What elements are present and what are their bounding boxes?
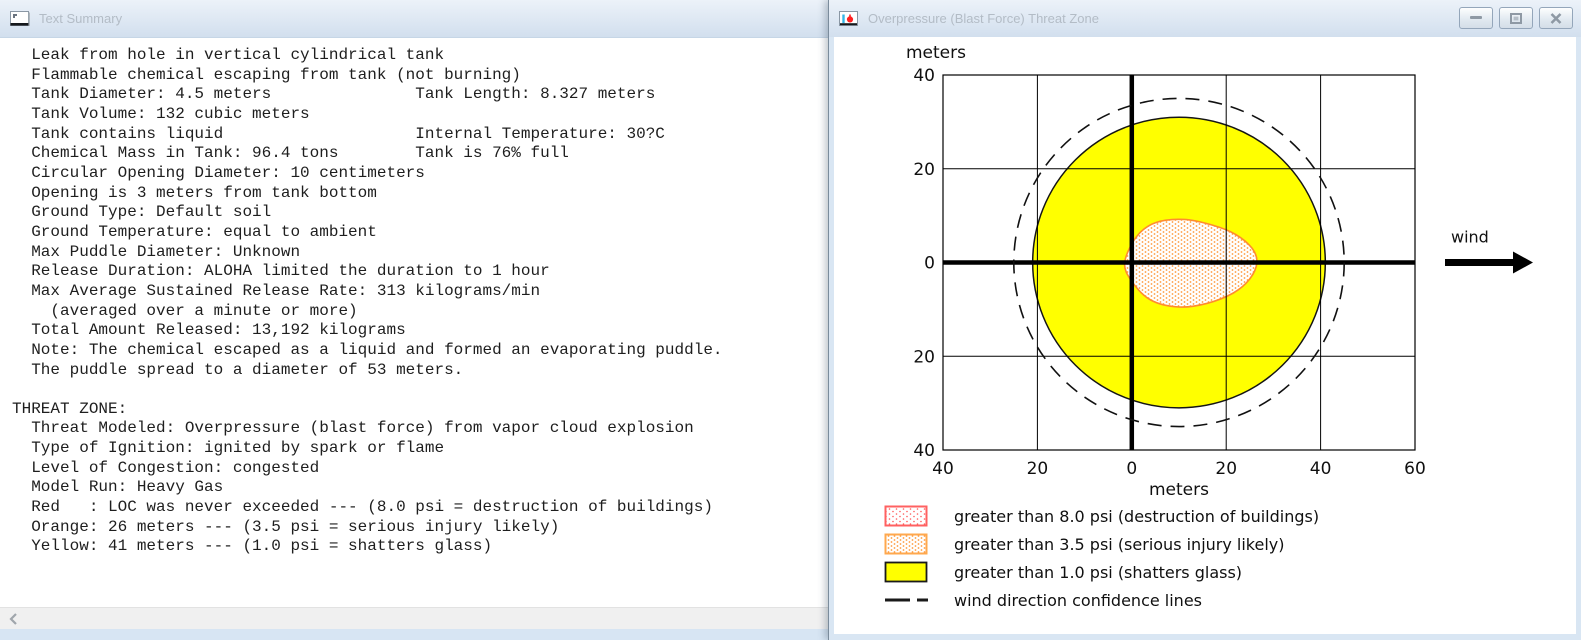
minimize-icon: [1470, 16, 1482, 19]
text-summary-title: Text Summary: [39, 11, 123, 26]
desktop: Text Summary Leak from hole in vertical …: [0, 0, 1581, 640]
threat-zone-window: Overpressure (Blast Force) Threat Zone 4…: [828, 0, 1581, 640]
close-icon: [1550, 12, 1562, 24]
yellow-solid-swatch-icon: [884, 561, 928, 583]
scroll-left-icon[interactable]: [8, 612, 18, 626]
dashed-line-swatch-icon: [885, 598, 928, 602]
text-summary-content-area: Leak from hole in vertical cylindrical t…: [0, 37, 830, 607]
text-summary-window: Text Summary Leak from hole in vertical …: [0, 0, 830, 640]
legend-row-orange: greater than 3.5 psi (serious injury lik…: [884, 530, 1319, 558]
threat-zone-titlebar[interactable]: Overpressure (Blast Force) Threat Zone: [829, 0, 1581, 37]
legend-label-red: greater than 8.0 psi (destruction of bui…: [954, 506, 1320, 526]
legend-label-yellow: greater than 1.0 psi (shatters glass): [954, 562, 1243, 582]
red-dotted-swatch-icon: [884, 505, 928, 527]
minimize-button[interactable]: [1459, 7, 1493, 29]
close-button[interactable]: [1539, 7, 1573, 29]
window-frame-bottom: [0, 629, 830, 640]
orange-dotted-swatch-icon: [884, 533, 928, 555]
threat-zone-legend: greater than 8.0 psi (destruction of bui…: [884, 502, 1319, 614]
restore-button[interactable]: [1499, 7, 1533, 29]
text-summary-titlebar[interactable]: Text Summary: [0, 0, 830, 37]
legend-label-orange: greater than 3.5 psi (serious injury lik…: [954, 534, 1285, 554]
horizontal-scrollbar[interactable]: [0, 607, 830, 629]
legend-row-yellow: greater than 1.0 psi (shatters glass): [884, 558, 1319, 586]
legend-row-confidence: wind direction confidence lines: [884, 586, 1319, 614]
restore-icon: [1510, 12, 1522, 24]
legend-row-red: greater than 8.0 psi (destruction of bui…: [884, 502, 1319, 530]
caption-buttons: [1459, 7, 1573, 29]
text-summary-text[interactable]: Leak from hole in vertical cylindrical t…: [0, 38, 830, 557]
threat-zone-chart-icon: [839, 10, 859, 27]
legend-label-confidence: wind direction confidence lines: [954, 590, 1202, 610]
threat-zone-title: Overpressure (Blast Force) Threat Zone: [868, 11, 1099, 26]
text-summary-icon: [10, 10, 30, 27]
